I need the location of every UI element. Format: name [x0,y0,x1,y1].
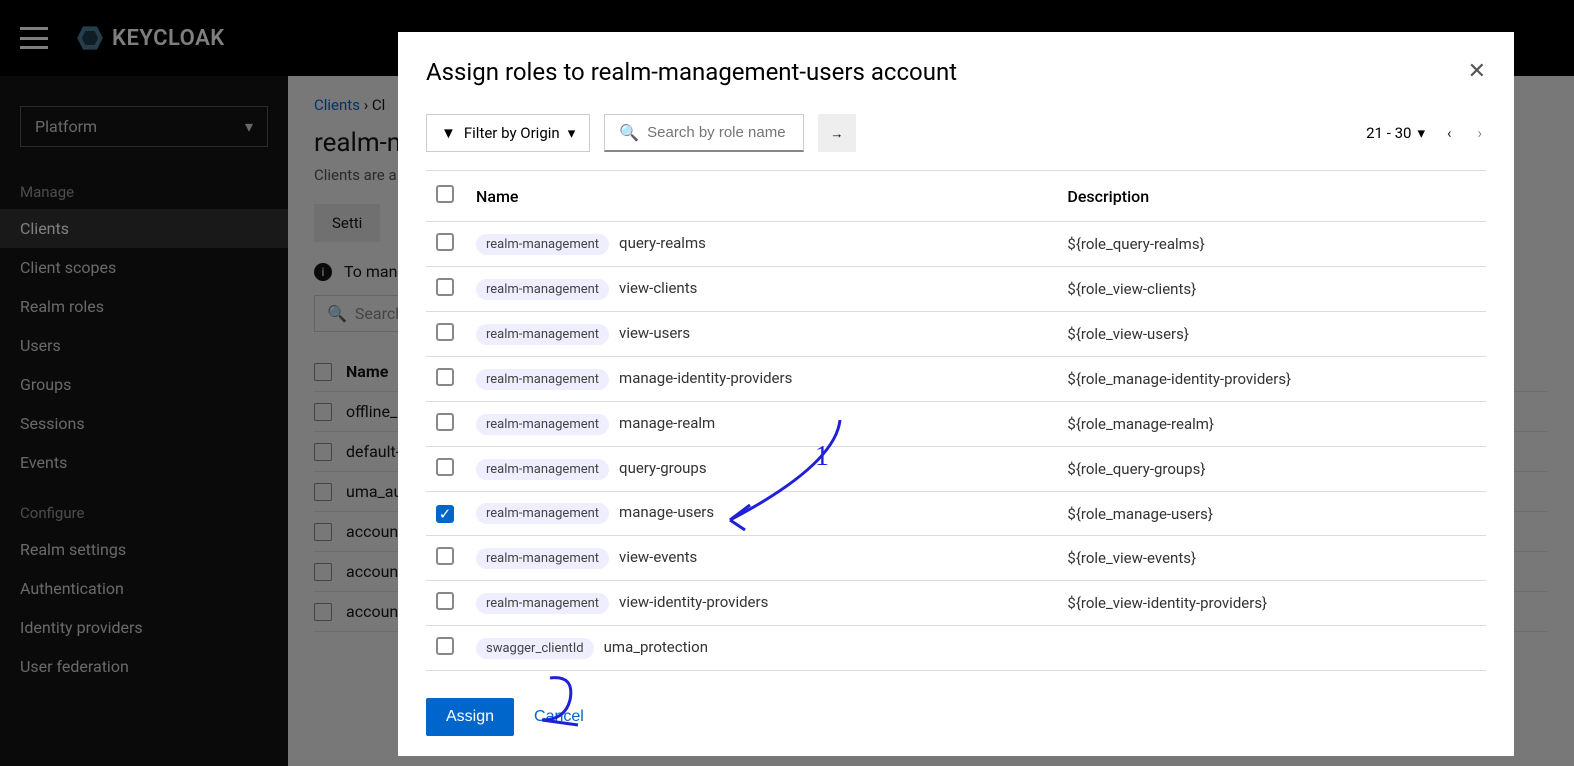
search-submit-button[interactable]: → [818,114,855,152]
role-description [1057,626,1486,671]
role-checkbox[interactable]: ✓ [436,505,454,523]
role-checkbox[interactable] [436,637,454,655]
role-name: view-events [619,548,697,566]
role-checkbox[interactable] [436,368,454,386]
role-name: view-clients [619,279,697,297]
role-description: ${role_view-identity-providers} [1057,581,1486,626]
role-search-input[interactable] [647,124,789,141]
select-all-checkbox[interactable] [436,185,454,203]
role-name: uma_protection [604,638,708,656]
role-description: ${role_query-groups} [1057,447,1486,492]
filter-icon: ▼ [441,124,456,142]
role-checkbox[interactable] [436,323,454,341]
modal-toolbar: ▼ Filter by Origin ▾ 🔍 → 21 - 30 ▾ ‹ [416,96,1496,170]
role-row: swagger_clientId uma_protection [426,626,1486,671]
prev-page-button[interactable]: ‹ [1443,120,1456,146]
role-row: realm-management query-realms ${role_quer… [426,222,1486,267]
assign-button[interactable]: Assign [426,698,514,736]
role-checkbox[interactable] [436,547,454,565]
next-page-button[interactable]: › [1473,120,1486,146]
origin-tag: realm-management [476,503,609,524]
role-search-box[interactable]: 🔍 [604,114,804,152]
role-checkbox[interactable] [436,592,454,610]
modal-footer: Assign Cancel [398,678,1514,756]
origin-tag: realm-management [476,548,609,569]
page-range-label: 21 - 30 [1366,124,1411,142]
modal-title: Assign roles to realm-management-users a… [426,58,957,86]
role-name: view-users [619,324,690,342]
filter-label: Filter by Origin [464,124,560,142]
role-checkbox[interactable] [436,413,454,431]
role-name: manage-identity-providers [619,369,792,387]
role-name: manage-realm [619,414,715,432]
filter-by-origin-dropdown[interactable]: ▼ Filter by Origin ▾ [426,114,590,152]
col-description: Description [1057,171,1486,222]
role-row: realm-management view-events ${role_view-… [426,536,1486,581]
role-checkbox[interactable] [436,278,454,296]
role-checkbox[interactable] [436,458,454,476]
role-row: realm-management view-clients ${role_view… [426,267,1486,312]
origin-tag: realm-management [476,369,609,390]
role-row: ✓ realm-management manage-users ${role_ma… [426,492,1486,536]
role-description: ${role_view-clients} [1057,267,1486,312]
origin-tag: realm-management [476,593,609,614]
arrow-right-icon: → [830,126,843,141]
origin-tag: realm-management [476,414,609,435]
origin-tag: swagger_clientId [476,638,594,659]
role-name: query-groups [619,459,707,477]
caret-down-icon: ▾ [1417,124,1425,142]
cancel-button[interactable]: Cancel [534,708,584,726]
search-icon: 🔍 [619,123,639,142]
caret-down-icon: ▾ [568,124,576,142]
origin-tag: realm-management [476,459,609,480]
role-description: ${role_view-events} [1057,536,1486,581]
origin-tag: realm-management [476,279,609,300]
modal-body: ▼ Filter by Origin ▾ 🔍 → 21 - 30 ▾ ‹ [398,96,1514,678]
role-row: realm-management view-users ${role_view-u… [426,312,1486,357]
role-row: realm-management manage-realm ${role_mana… [426,402,1486,447]
role-description: ${role_manage-users} [1057,492,1486,536]
origin-tag: realm-management [476,324,609,345]
col-name: Name [466,171,1057,222]
role-row: realm-managementview-identity-providers … [426,581,1486,626]
role-description: ${role_view-users} [1057,312,1486,357]
role-row: realm-management query-groups ${role_quer… [426,447,1486,492]
role-description: ${role_query-realms} [1057,222,1486,267]
role-name: manage-users [619,503,714,521]
roles-table: Name Description realm-management query-r… [426,170,1486,671]
role-description: ${role_manage-identity-providers} [1057,357,1486,402]
origin-tag: realm-management [476,234,609,255]
role-name: view-identity-providers [619,593,768,611]
modal-close-button[interactable]: ✕ [1468,58,1486,84]
modal-header: Assign roles to realm-management-users a… [398,32,1514,96]
role-checkbox[interactable] [436,233,454,251]
assign-roles-modal: Assign roles to realm-management-users a… [398,32,1514,756]
page-range-dropdown[interactable]: 21 - 30 ▾ [1366,124,1425,142]
role-description: ${role_manage-realm} [1057,402,1486,447]
role-row: realm-management manage-identity-provider… [426,357,1486,402]
role-name: query-realms [619,234,706,252]
